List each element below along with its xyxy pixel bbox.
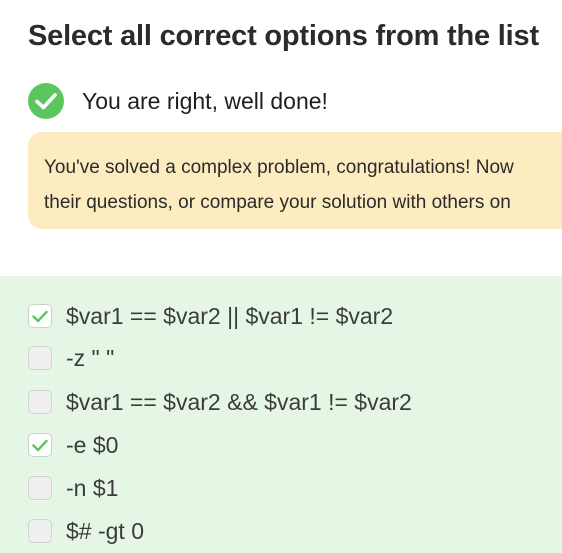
option-2[interactable]: -z " " (28, 344, 114, 372)
option-label: -n $1 (66, 474, 119, 501)
check-circle-icon (28, 83, 64, 119)
feedback-line-2: their questions, or compare your solutio… (44, 192, 511, 213)
question-title: Select all correct options from the list (28, 20, 539, 52)
option-label: -z " " (66, 344, 115, 371)
option-4[interactable]: -e $0 (28, 431, 118, 459)
option-3[interactable]: $var1 == $var2 && $var1 != $var2 (28, 388, 412, 416)
option-label: $var1 == $var2 || $var1 != $var2 (66, 302, 394, 329)
option-5[interactable]: -n $1 (28, 474, 118, 502)
checkbox-checked[interactable] (28, 433, 52, 457)
option-label: $# -gt 0 (66, 517, 144, 544)
feedback-line-1: You've solved a complex problem, congrat… (44, 157, 514, 178)
option-1[interactable]: $var1 == $var2 || $var1 != $var2 (28, 302, 393, 330)
result-message: You are right, well done! (28, 82, 328, 120)
checkmark-icon (32, 439, 48, 451)
option-label: -e $0 (66, 431, 119, 458)
result-text: You are right, well done! (82, 87, 328, 114)
checkbox-checked[interactable] (28, 304, 52, 328)
checkbox-unchecked[interactable] (28, 390, 52, 414)
quiz-page: Select all correct options from the list… (0, 0, 562, 553)
checkbox-unchecked[interactable] (28, 519, 52, 543)
checkmark-icon (32, 310, 48, 322)
feedback-box: You've solved a complex problem, congrat… (28, 132, 562, 229)
options-panel: $var1 == $var2 || $var1 != $var2 -z " " … (0, 276, 562, 553)
option-label: $var1 == $var2 && $var1 != $var2 (66, 388, 412, 415)
checkbox-unchecked[interactable] (28, 346, 52, 370)
option-6[interactable]: $# -gt 0 (28, 517, 144, 545)
checkbox-unchecked[interactable] (28, 476, 52, 500)
